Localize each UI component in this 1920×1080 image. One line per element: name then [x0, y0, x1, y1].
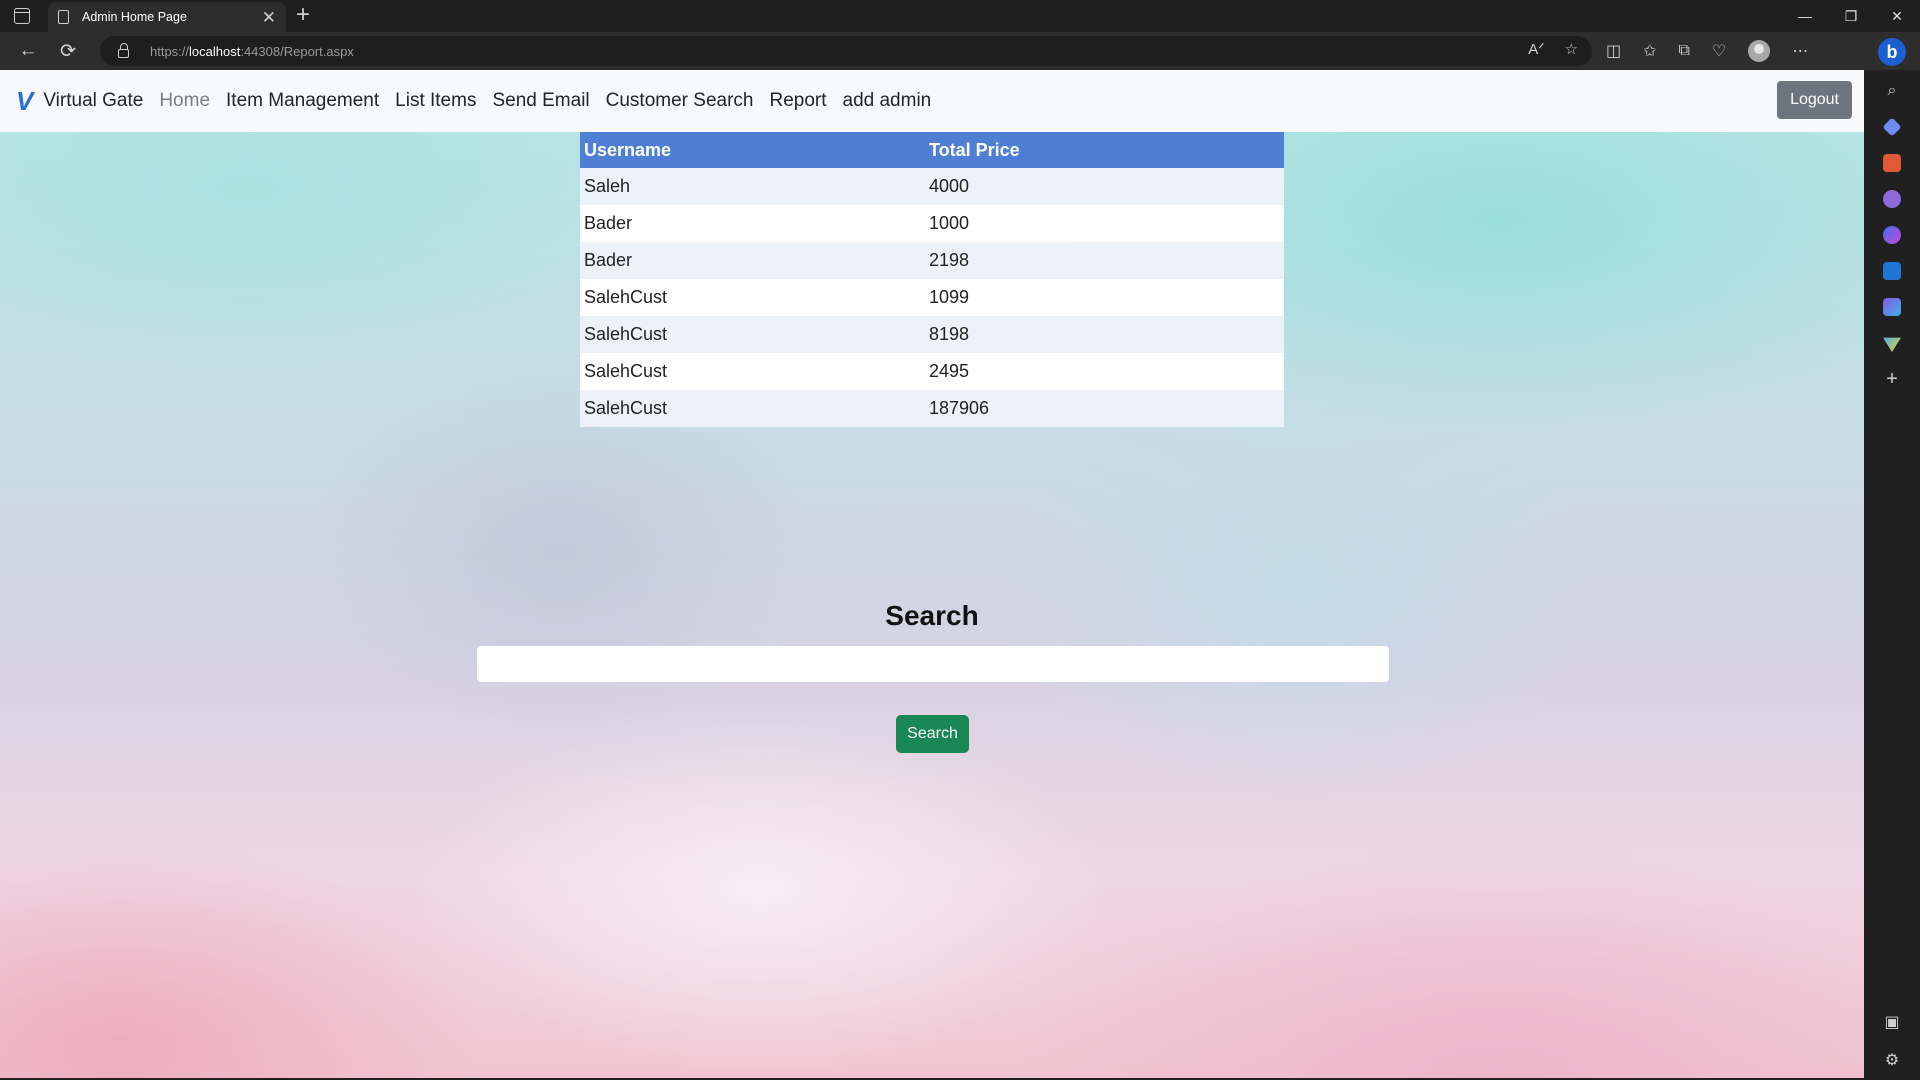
outlook-icon[interactable]	[1883, 262, 1901, 280]
shopping-tag-icon[interactable]	[1882, 117, 1902, 137]
profile-icon[interactable]	[1748, 40, 1771, 62]
brand-name[interactable]: Virtual Gate	[43, 90, 143, 112]
back-arrow-icon[interactable]: ←	[8, 40, 48, 62]
table-row: Bader 2198	[580, 242, 1284, 279]
favorite-star-icon[interactable]: ☆	[1565, 40, 1578, 58]
table-row: SalehCust 2495	[580, 353, 1284, 390]
address-bar[interactable]: https://localhost:44308/Report.aspx Aᐟ ☆	[100, 36, 1592, 66]
table-row: Saleh 4000	[580, 168, 1284, 205]
nav-link-send-email[interactable]: Send Email	[484, 90, 597, 112]
cell-total-price: 187906	[925, 390, 1284, 427]
search-input[interactable]	[476, 645, 1390, 683]
tab-close-icon[interactable]: ✕	[262, 9, 276, 26]
table-row: SalehCust 1099	[580, 279, 1284, 316]
lock-icon[interactable]	[118, 43, 129, 58]
url-text[interactable]: https://localhost:44308/Report.aspx	[150, 44, 354, 59]
nav-link-customer-search[interactable]: Customer Search	[598, 90, 762, 112]
drop-icon[interactable]	[1883, 337, 1901, 352]
table-row: SalehCust 187906	[580, 390, 1284, 427]
browser-toolbar: ← ⟳ https://localhost:44308/Report.aspx …	[0, 32, 1920, 70]
nav-link-add-admin[interactable]: add admin	[835, 90, 940, 112]
microsoft365-icon[interactable]	[1883, 226, 1901, 244]
cell-username: SalehCust	[580, 279, 925, 316]
split-screen-icon[interactable]: ◫	[1606, 41, 1621, 61]
brand-logo-icon: V	[16, 85, 34, 116]
page-icon	[58, 10, 69, 24]
read-aloud-icon[interactable]: Aᐟ	[1528, 40, 1544, 58]
minimize-button[interactable]: —	[1782, 0, 1828, 32]
browser-titlebar: Admin Home Page ✕ + — ❐ ✕	[0, 0, 1920, 32]
cell-username: SalehCust	[580, 390, 925, 427]
cell-username: Saleh	[580, 168, 925, 205]
tools-icon[interactable]	[1883, 154, 1901, 172]
browser-essentials-icon[interactable]: ♡	[1712, 41, 1726, 61]
nav-link-home[interactable]: Home	[151, 90, 218, 112]
new-tab-button[interactable]: +	[296, 3, 310, 27]
cell-total-price: 1099	[925, 279, 1284, 316]
cell-total-price: 2198	[925, 242, 1284, 279]
table-header-row: Username Total Price	[580, 132, 1284, 168]
copilot-icon[interactable]: b	[1878, 38, 1906, 66]
page-viewport: V Virtual Gate Home Item Management List…	[0, 70, 1864, 1078]
collections-icon[interactable]: ⧉	[1679, 42, 1690, 60]
column-header-username: Username	[580, 132, 925, 168]
cell-username: Bader	[580, 205, 925, 242]
search-button[interactable]: Search	[896, 715, 969, 753]
column-header-total-price: Total Price	[925, 132, 1284, 168]
restore-button[interactable]: ❐	[1828, 0, 1874, 32]
search-heading: Search	[885, 600, 979, 631]
games-icon[interactable]	[1883, 190, 1901, 208]
cell-total-price: 2495	[925, 353, 1284, 390]
browser-sidebar: ⌕ + ▣ ⚙	[1864, 70, 1920, 1078]
sidebar-toggle-icon[interactable]: ▣	[1884, 1012, 1899, 1032]
nav-links: Home Item Management List Items Send Ema…	[151, 90, 939, 112]
settings-gear-icon[interactable]: ⚙	[1885, 1050, 1899, 1070]
cell-username: SalehCust	[580, 316, 925, 353]
designer-icon[interactable]	[1883, 298, 1901, 316]
logout-button[interactable]: Logout	[1777, 81, 1852, 119]
report-table: Username Total Price Saleh 4000 Bader 1000…	[580, 132, 1284, 427]
tab-actions-icon[interactable]	[14, 8, 30, 24]
search-section: Search Search	[0, 600, 1864, 753]
cell-total-price: 8198	[925, 316, 1284, 353]
table-row: SalehCust 8198	[580, 316, 1284, 353]
cell-total-price: 1000	[925, 205, 1284, 242]
window-controls: — ❐ ✕	[1782, 0, 1920, 32]
brand[interactable]: V Virtual Gate	[16, 86, 143, 117]
tab-title: Admin Home Page	[82, 10, 187, 24]
refresh-icon[interactable]: ⟳	[48, 40, 88, 63]
nav-link-item-management[interactable]: Item Management	[218, 90, 387, 112]
nav-link-report[interactable]: Report	[761, 90, 834, 112]
browser-tab-active[interactable]: Admin Home Page ✕	[48, 2, 286, 32]
cell-username: SalehCust	[580, 353, 925, 390]
add-icon[interactable]: +	[1883, 369, 1901, 389]
table-row: Bader 1000	[580, 205, 1284, 242]
more-icon[interactable]: ⋯	[1792, 41, 1808, 61]
cell-total-price: 4000	[925, 168, 1284, 205]
toolbar-icons: ◫ ✩ ⧉ ♡ ⋯	[1606, 40, 1808, 62]
cell-username: Bader	[580, 242, 925, 279]
site-navbar: V Virtual Gate Home Item Management List…	[0, 70, 1864, 132]
close-window-button[interactable]: ✕	[1874, 0, 1920, 32]
search-icon[interactable]: ⌕	[1883, 82, 1901, 100]
favorites-icon[interactable]: ✩	[1643, 41, 1656, 61]
nav-link-list-items[interactable]: List Items	[387, 90, 484, 112]
